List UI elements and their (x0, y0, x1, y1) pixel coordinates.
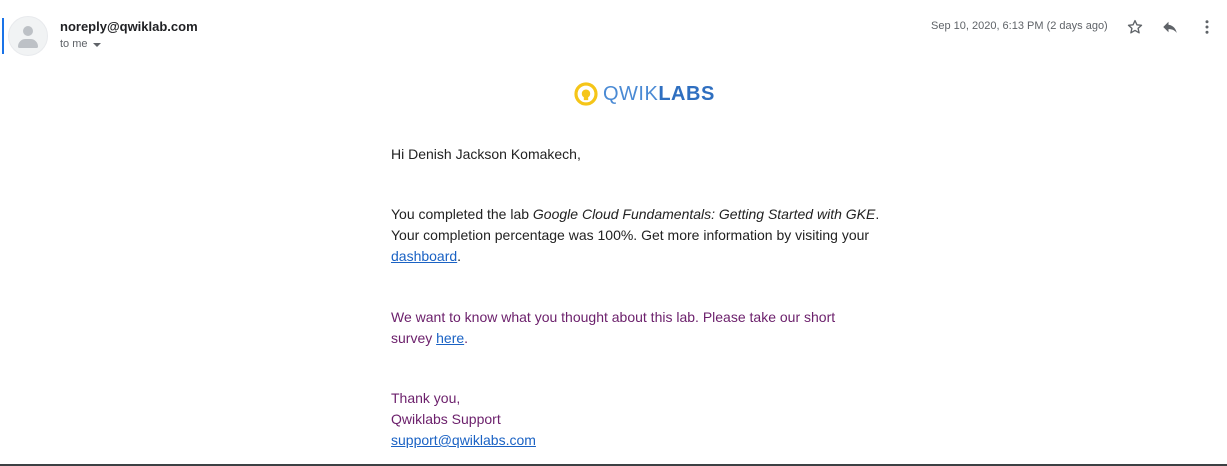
signature: Qwiklabs Support (391, 411, 501, 427)
survey-link[interactable]: here (436, 330, 464, 346)
survey-line: We want to know what you thought about t… (391, 309, 836, 325)
avatar-body-shape (18, 39, 38, 48)
sender-avatar[interactable] (8, 16, 48, 56)
more-vert-icon[interactable] (1195, 15, 1219, 39)
qwiklabs-logo: QWIKLABS (574, 82, 715, 106)
dashboard-line: dashboard. (391, 248, 462, 264)
support-email-line: support@qwiklabs.com (391, 430, 536, 451)
sender-email[interactable]: noreply@qwiklab.com (60, 19, 198, 34)
avatar-head-shape (23, 26, 33, 36)
completion-percentage-line: Your completion percentage was 100%. Get… (391, 227, 870, 243)
message-focus-indicator (2, 18, 4, 54)
dashboard-link[interactable]: dashboard (391, 248, 457, 264)
completion-line: You completed the lab Google Cloud Funda… (391, 206, 880, 222)
recipient-label: to me (60, 38, 88, 50)
closing-thanks: Thank you, (391, 390, 461, 406)
qwiklabs-logo-mark-icon (574, 82, 598, 106)
lab-name: Google Cloud Fundamentals: Getting Start… (532, 206, 876, 222)
chevron-down-icon (92, 43, 101, 47)
greeting: Hi Denish Jackson Komakech, (391, 146, 581, 162)
support-email-link[interactable]: support@qwiklabs.com (391, 432, 536, 448)
reply-icon[interactable] (1158, 15, 1182, 39)
message-date: Sep 10, 2020, 6:13 PM (2 days ago) (931, 20, 1108, 32)
survey-link-line: survey here. (391, 330, 469, 346)
recipient-details-toggle[interactable]: to me (60, 38, 101, 50)
qwiklabs-wordmark: QWIKLABS (603, 83, 715, 105)
star-icon[interactable] (1123, 15, 1147, 39)
